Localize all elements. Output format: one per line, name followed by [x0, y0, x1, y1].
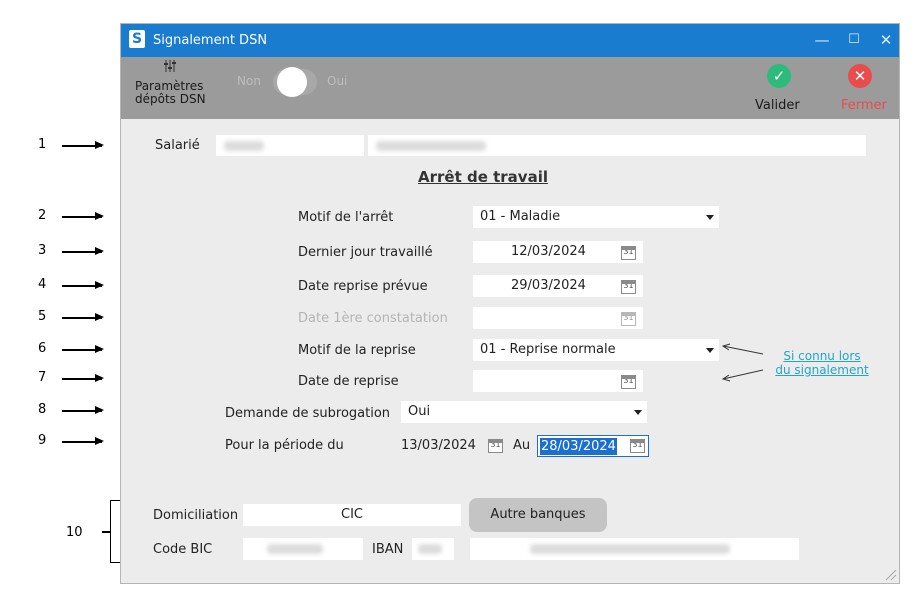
note-link-line2[interactable]: du signalement	[772, 363, 872, 377]
annotation-arrow	[62, 142, 104, 148]
domiciliation-value: CIC	[341, 507, 363, 522]
employee-id-field[interactable]	[216, 135, 364, 156]
periode-to-field[interactable]: 28/03/2024 31	[537, 435, 649, 457]
annotation-number: 3	[38, 243, 47, 258]
domiciliation-label: Domiciliation	[153, 508, 239, 523]
date-constatation-field[interactable]: 31	[473, 307, 643, 329]
toggle-on-label: Oui	[327, 74, 348, 88]
note-link-line1[interactable]: Si connu lors	[772, 349, 872, 363]
date-reprise-field[interactable]: 31	[473, 370, 643, 392]
iban-prefix-field[interactable]	[412, 538, 454, 560]
periode-from-value: 13/03/2024	[401, 438, 476, 453]
window-title: Signalement DSN	[153, 33, 268, 48]
motif-reprise-label: Motif de la reprise	[298, 343, 416, 358]
autre-banques-button[interactable]: Autre banques	[469, 498, 607, 532]
redacted-text	[376, 141, 486, 151]
sliders-icon	[164, 60, 176, 72]
close-window-button[interactable]: ✕	[869, 29, 899, 51]
annotation-bracket	[110, 500, 120, 563]
bic-field[interactable]	[243, 538, 363, 560]
date-reprise-prevue-value: 29/03/2024	[511, 278, 586, 293]
annotation-arrow	[62, 346, 104, 352]
annotation-number: 5	[38, 309, 47, 324]
iban-field[interactable]	[470, 538, 799, 560]
resize-grip-icon[interactable]	[883, 567, 897, 581]
annotation-number: 4	[38, 277, 47, 292]
calendar-icon[interactable]: 31	[621, 312, 636, 326]
annotation-number: 6	[38, 341, 47, 356]
annotation-arrow	[62, 282, 104, 288]
section-title: Arrêt de travail	[418, 168, 548, 186]
redacted-text	[224, 141, 264, 151]
motif-arret-label: Motif de l'arrêt	[298, 210, 394, 225]
motif-reprise-select[interactable]: 01 - Reprise normale	[473, 339, 719, 361]
annotation-number: 2	[38, 208, 47, 223]
periode-to-value: 28/03/2024	[540, 438, 617, 455]
calendar-icon[interactable]: 31	[488, 439, 503, 453]
validate-label: Valider	[755, 98, 800, 113]
calendar-icon[interactable]: 31	[630, 439, 645, 453]
validate-button[interactable]: ✓ Valider	[751, 61, 807, 115]
periode-au-label: Au	[513, 438, 531, 453]
annotation-arrow	[62, 314, 104, 320]
close-x-icon: ✕	[848, 64, 872, 88]
date-reprise-label: Date de reprise	[298, 374, 399, 389]
minimize-button[interactable]: —	[805, 29, 839, 51]
annotation-bracket-tick	[102, 531, 110, 533]
iban-label: IBAN	[372, 542, 404, 557]
subrogation-select[interactable]: Oui	[401, 401, 647, 423]
annotation-arrow	[62, 407, 104, 413]
note-arrows-icon	[721, 343, 764, 382]
app-icon: S	[129, 30, 145, 48]
subrogation-value: Oui	[408, 404, 431, 419]
domiciliation-field[interactable]: CIC	[243, 504, 461, 526]
chevron-down-icon	[706, 348, 714, 353]
date-reprise-prevue-field[interactable]: 29/03/2024 31	[473, 275, 643, 297]
dernier-jour-field[interactable]: 12/03/2024 31	[473, 241, 643, 263]
params-label-line2: dépôts DSN	[135, 92, 206, 106]
chevron-down-icon	[706, 215, 714, 220]
motif-arret-value: 01 - Maladie	[480, 209, 561, 224]
close-label: Fermer	[841, 98, 887, 113]
annotation-number: 1	[38, 137, 47, 152]
employee-label: Salarié	[155, 138, 200, 153]
dsn-dialog-window: S Signalement DSN — ☐ ✕ Paramètres dépôt…	[120, 23, 900, 584]
bic-label: Code BIC	[153, 542, 213, 557]
redacted-text	[530, 544, 730, 554]
dernier-jour-label: Dernier jour travaillé	[298, 245, 433, 260]
params-dsn-button[interactable]: Paramètres dépôts DSN	[135, 59, 209, 117]
toolbar: Paramètres dépôts DSN Non Oui ✓ Valider …	[121, 57, 899, 119]
annotation-number: 8	[38, 402, 47, 417]
calendar-icon[interactable]: 31	[621, 280, 636, 294]
close-button[interactable]: ✕ Fermer	[835, 61, 891, 115]
chevron-down-icon	[634, 410, 642, 415]
employee-name-field[interactable]	[368, 135, 866, 156]
motif-arret-select[interactable]: 01 - Maladie	[473, 206, 719, 228]
annotation-arrow	[62, 248, 104, 254]
redacted-text	[418, 544, 442, 554]
annotation-number: 7	[38, 370, 47, 385]
annotation-number: 10	[66, 525, 83, 540]
calendar-icon[interactable]: 31	[621, 375, 636, 389]
toggle-off-label: Non	[237, 74, 261, 88]
checkmark-icon: ✓	[767, 64, 791, 88]
periode-label: Pour la période du	[225, 438, 344, 453]
motif-reprise-value: 01 - Reprise normale	[480, 342, 616, 357]
subrogation-label: Demande de subrogation	[225, 406, 391, 421]
annotation-arrow	[62, 375, 104, 381]
annotation-arrow	[62, 213, 104, 219]
annotation-number: 9	[38, 433, 47, 448]
toggle-knob	[277, 67, 307, 97]
annotation-arrow	[62, 438, 104, 444]
title-bar: S Signalement DSN — ☐ ✕	[121, 24, 899, 57]
calendar-icon[interactable]: 31	[621, 246, 636, 260]
date-reprise-prevue-label: Date reprise prévue	[298, 279, 428, 294]
dernier-jour-value: 12/03/2024	[511, 244, 586, 259]
redacted-text	[267, 544, 323, 554]
maximize-button[interactable]: ☐	[837, 29, 871, 51]
date-constatation-label: Date 1ère constatation	[298, 311, 448, 326]
